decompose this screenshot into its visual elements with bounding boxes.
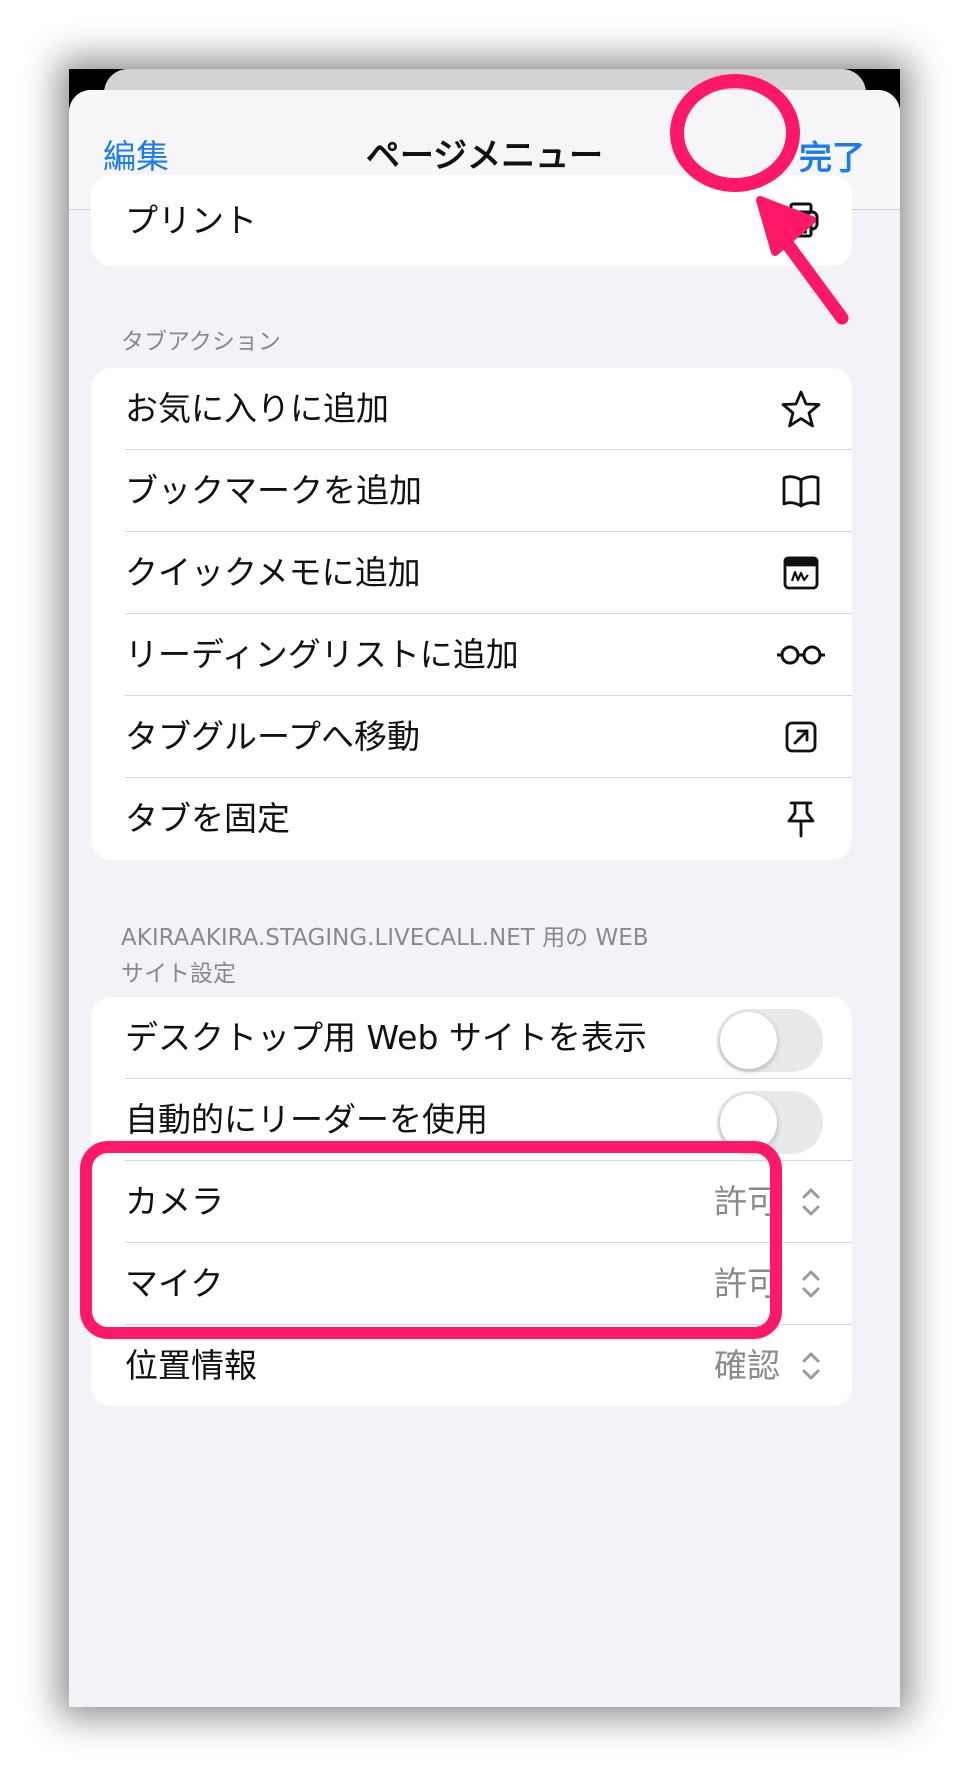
pointer-arrow-annotation xyxy=(756,196,849,325)
